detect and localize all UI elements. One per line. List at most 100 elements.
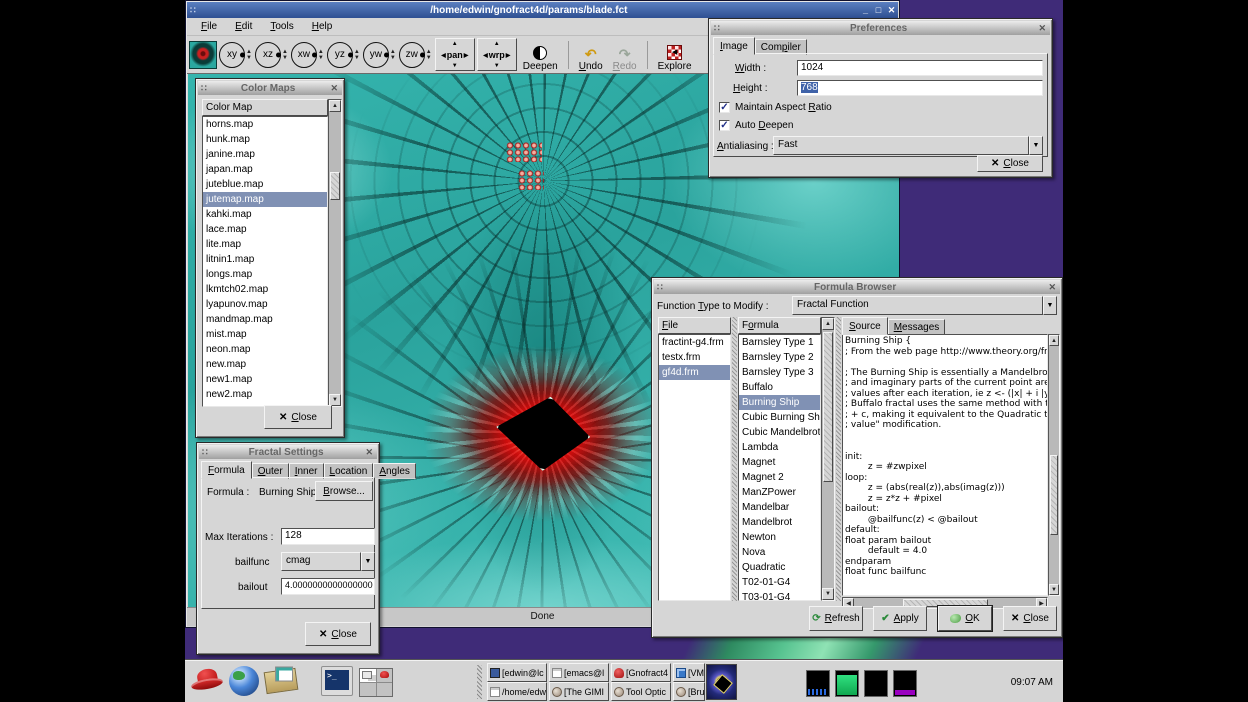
taskbar-window-button[interactable]: Tool Optic	[611, 682, 671, 701]
formula-item[interactable]: Lambda	[739, 440, 820, 455]
fractal-thumbnail[interactable]	[706, 664, 737, 700]
color-map-item[interactable]: hunk.map	[203, 132, 327, 147]
file-item[interactable]: testx.frm	[659, 350, 730, 365]
formula-browser-titlebar[interactable]: ∷ Formula Browser ✕	[654, 280, 1060, 294]
rotate-xw-button[interactable]: xw	[291, 42, 317, 68]
formula-scrollbar[interactable]: ▲ ▼	[821, 317, 835, 601]
preferences-titlebar[interactable]: ∷ Preferences ✕	[711, 21, 1050, 35]
menu-edit[interactable]: Edit	[227, 19, 260, 34]
close-button[interactable]: ✕ Close	[305, 622, 371, 646]
color-map-item[interactable]: new2.map	[203, 387, 327, 402]
color-map-item[interactable]: new.map	[203, 357, 327, 372]
tab-formula[interactable]: Formula	[201, 461, 252, 479]
height-input[interactable]: 768	[797, 80, 1043, 96]
main-titlebar[interactable]: ∷ /home/edwin/gnofract4d/params/blade.fc…	[187, 2, 898, 18]
close-icon[interactable]: ✕	[1044, 282, 1060, 293]
xy-spinner[interactable]: ▲▼	[245, 49, 253, 61]
menu-tools[interactable]: Tools	[262, 19, 301, 34]
panel-drag-handle[interactable]	[477, 665, 482, 699]
window-menu-icon[interactable]: ∷	[187, 5, 199, 16]
scrollbar-thumb[interactable]	[330, 172, 340, 200]
xw-spinner[interactable]: ▲▼	[317, 49, 325, 61]
warp-down-icon[interactable]: ▼	[494, 63, 500, 69]
rotate-yw-button[interactable]: yw	[363, 42, 389, 68]
taskbar-window-button[interactable]: [The GIMI	[549, 682, 609, 701]
width-input[interactable]: 1024	[797, 60, 1043, 76]
color-map-item[interactable]: lyapunov.map	[203, 297, 327, 312]
color-map-item[interactable]: mandmap.map	[203, 312, 327, 327]
tab-image[interactable]: Image	[713, 37, 755, 55]
redhat-menu-icon[interactable]	[191, 667, 225, 697]
formula-item[interactable]: Quadratic	[739, 560, 820, 575]
close-button[interactable]: ✕ Close	[264, 405, 332, 429]
formula-item[interactable]: Barnsley Type 2	[739, 350, 820, 365]
color-map-item[interactable]: lkmtch02.map	[203, 282, 327, 297]
yz-spinner[interactable]: ▲▼	[353, 49, 361, 61]
color-map-item[interactable]: janine.map	[203, 147, 327, 162]
formula-item[interactable]: Burning Ship	[739, 395, 820, 410]
tab-source[interactable]: Source	[842, 317, 888, 335]
warp-right-icon[interactable]: ▶	[506, 52, 511, 59]
menu-file[interactable]: File	[193, 19, 225, 34]
color-map-item[interactable]: japan.map	[203, 162, 327, 177]
workspace-1[interactable]	[360, 669, 376, 682]
workspace-pager[interactable]	[359, 668, 393, 697]
chevron-down-icon[interactable]: ▼	[1043, 296, 1057, 315]
pane-resize-handle[interactable]	[836, 317, 841, 601]
workspace-3[interactable]	[360, 683, 376, 696]
bailfunc-combo[interactable]: cmag ▼	[281, 552, 375, 571]
warp-up-icon[interactable]: ▲	[494, 41, 500, 47]
rotate-zw-button[interactable]: zw	[399, 42, 425, 68]
cpu-monitor[interactable]	[806, 670, 830, 697]
fractal-preview-icon[interactable]	[189, 41, 217, 69]
color-map-item[interactable]: longs.map	[203, 267, 327, 282]
scroll-up-icon[interactable]: ▲	[822, 318, 834, 330]
email-launcher-icon[interactable]	[264, 668, 299, 694]
zw-spinner[interactable]: ▲▼	[425, 49, 433, 61]
file-column-header[interactable]: File	[658, 317, 731, 334]
scroll-down-icon[interactable]: ▼	[822, 588, 834, 600]
warp-left-icon[interactable]: ◀	[483, 52, 488, 59]
color-map-scrollbar[interactable]: ▲ ▼	[328, 99, 342, 407]
redo-button[interactable]: ↷ Redo	[609, 38, 641, 72]
close-icon[interactable]: ✕	[1034, 23, 1050, 34]
window-menu-icon[interactable]: ∷	[199, 447, 211, 458]
color-map-item[interactable]: new1.map	[203, 372, 327, 387]
formula-column-header[interactable]: Formula	[738, 317, 821, 334]
file-item[interactable]: fractint-g4.frm	[659, 335, 730, 350]
scroll-down-icon[interactable]: ▼	[1049, 584, 1059, 595]
undo-button[interactable]: ↶ Undo	[575, 38, 607, 72]
formula-item[interactable]: Magnet 2	[739, 470, 820, 485]
browse-button[interactable]: Browse...	[315, 481, 373, 501]
swap-monitor[interactable]	[864, 670, 888, 697]
close-button[interactable]: ✕ Close	[1003, 606, 1057, 631]
explore-button[interactable]: Explore	[654, 38, 696, 72]
formula-item[interactable]: T02-01-G4	[739, 575, 820, 590]
pane-resize-handle[interactable]	[732, 317, 737, 601]
refresh-button[interactable]: ⟳ Refresh	[809, 606, 863, 631]
rotate-xz-button[interactable]: xz	[255, 42, 281, 68]
rotate-xy-button[interactable]: xy	[219, 42, 245, 68]
xz-spinner[interactable]: ▲▼	[281, 49, 289, 61]
source-vscrollbar[interactable]: ▲ ▼	[1048, 334, 1060, 596]
yw-spinner[interactable]: ▲▼	[389, 49, 397, 61]
taskbar-window-button[interactable]: [emacs@l	[549, 663, 609, 682]
scrollbar-thumb[interactable]	[1050, 455, 1058, 535]
formula-item[interactable]: Cubic Burning Ship	[739, 410, 820, 425]
pan-right-icon[interactable]: ▶	[464, 52, 469, 59]
network-monitor[interactable]	[893, 670, 917, 697]
pan-pad-button[interactable]: ▲ ◀pan▶ ▼	[435, 38, 475, 71]
color-map-item[interactable]: litnin1.map	[203, 252, 327, 267]
scroll-up-icon[interactable]: ▲	[1049, 335, 1059, 346]
tab-angles[interactable]: Angles	[373, 463, 416, 479]
color-map-item[interactable]: lite.map	[203, 237, 327, 252]
window-menu-icon[interactable]: ∷	[711, 23, 723, 34]
formula-item[interactable]: Barnsley Type 3	[739, 365, 820, 380]
warp-pad-button[interactable]: ▲ ◀wrp▶ ▼	[477, 38, 517, 71]
close-icon[interactable]: ✕	[361, 447, 377, 458]
window-menu-icon[interactable]: ∷	[198, 83, 210, 94]
tab-messages[interactable]: Messages	[888, 319, 946, 335]
formula-item[interactable]: Cubic Mandelbrot	[739, 425, 820, 440]
menu-help[interactable]: Help	[304, 19, 341, 34]
web-browser-icon[interactable]	[229, 666, 259, 696]
